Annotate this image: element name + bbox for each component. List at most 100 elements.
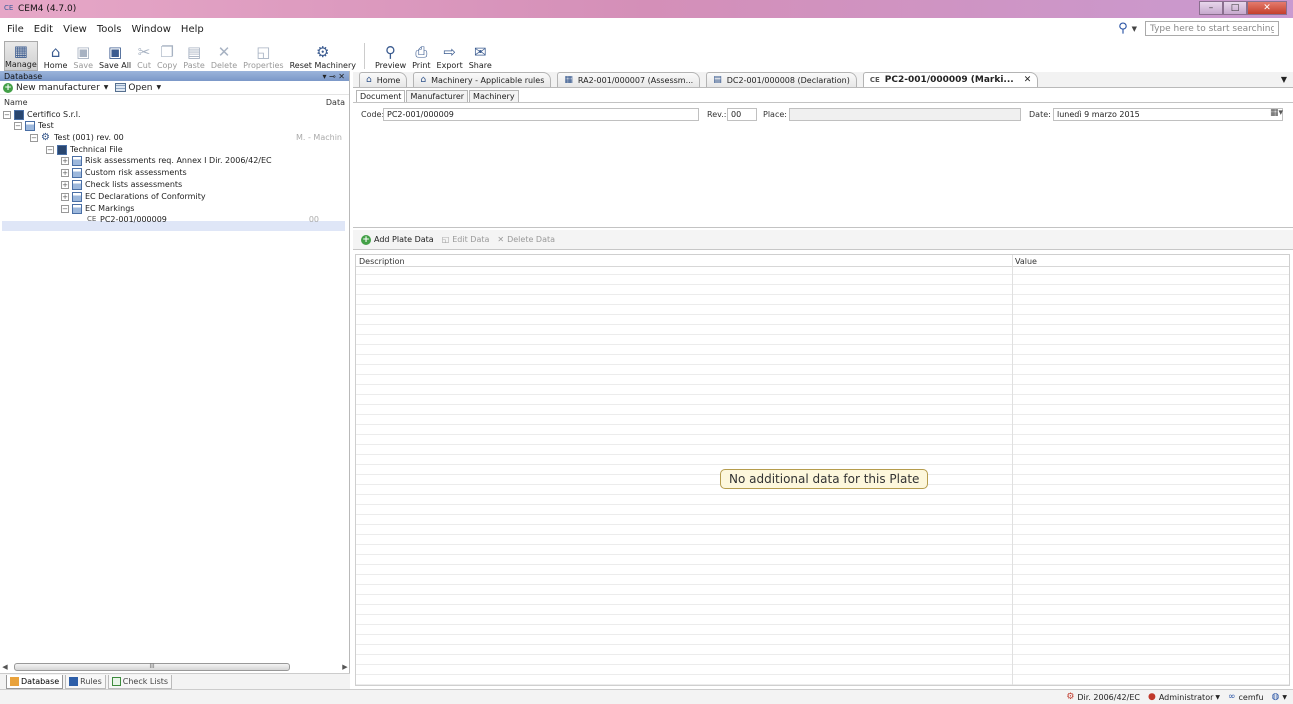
paste-button[interactable]: ▤ Paste xyxy=(183,43,205,71)
menu-edit[interactable]: Edit xyxy=(34,24,53,35)
column-data[interactable]: Data xyxy=(326,98,345,108)
expand-icon[interactable]: + xyxy=(61,192,69,201)
gear-icon: ⚙ xyxy=(316,43,330,61)
new-manufacturer-button[interactable]: + New manufacturer ▼ xyxy=(3,82,108,93)
search-icon[interactable]: ⚲ xyxy=(1118,21,1128,36)
tree-node-ec-markings[interactable]: − EC Markings xyxy=(61,203,134,214)
maximize-button[interactable]: □ xyxy=(1223,1,1247,15)
ce-marking-icon: CE xyxy=(87,214,97,223)
expand-icon[interactable]: + xyxy=(61,168,69,177)
save-all-icon: ▣ xyxy=(108,43,123,61)
menu-file[interactable]: File xyxy=(7,24,24,35)
chevron-down-icon[interactable]: ▼ xyxy=(1132,25,1137,33)
reset-machinery-button[interactable]: ⚙ Reset Machinery xyxy=(290,43,356,71)
collapse-icon[interactable]: − xyxy=(14,121,22,130)
column-value[interactable]: Value xyxy=(1015,257,1037,266)
collapse-icon[interactable]: − xyxy=(30,133,38,142)
directive-status[interactable]: ⚙ Dir. 2006/42/EC xyxy=(1066,692,1140,702)
rev-field[interactable]: 00 xyxy=(727,108,757,121)
folder-icon xyxy=(25,120,35,131)
menu-tools[interactable]: Tools xyxy=(97,24,122,35)
collapse-icon[interactable]: − xyxy=(61,204,69,213)
tab-ra2[interactable]: ▦ RA2-001/000007 (Assessm... xyxy=(557,72,701,87)
calendar-icon[interactable]: ▦▾ xyxy=(1270,108,1283,118)
save-all-button[interactable]: ▣ Save All xyxy=(99,43,131,71)
tab-machinery-rules[interactable]: ⌂ Machinery - Applicable rules xyxy=(413,72,552,87)
search-input[interactable] xyxy=(1145,21,1279,36)
add-plate-data-button[interactable]: + Add Plate Data xyxy=(361,234,434,245)
tree-node-test[interactable]: − Test xyxy=(14,120,54,131)
tab-home[interactable]: ⌂ Home xyxy=(359,72,408,87)
export-button[interactable]: ⇨ Export xyxy=(437,43,463,71)
copy-button[interactable]: ❐ Copy xyxy=(157,43,177,71)
chevron-down-icon: ▼ xyxy=(1215,693,1221,701)
edit-data-button[interactable]: ◱ Edit Data xyxy=(442,235,490,244)
tab-check-lists[interactable]: Check Lists xyxy=(107,675,173,689)
cut-button[interactable]: ✂ Cut xyxy=(137,43,151,71)
collapse-icon[interactable]: − xyxy=(3,110,11,119)
column-description[interactable]: Description xyxy=(359,257,405,266)
horizontal-scrollbar[interactable]: ◀ III ▶ xyxy=(0,662,350,671)
tab-machinery[interactable]: Machinery xyxy=(469,90,519,102)
scroll-track[interactable]: III xyxy=(10,662,340,671)
scroll-right-icon[interactable]: ▶ xyxy=(340,663,350,671)
tree-node-custom-risk[interactable]: + Custom risk assessments xyxy=(61,167,187,178)
tree-node-check-lists[interactable]: + Check lists assessments xyxy=(61,179,182,190)
copy-icon: ❐ xyxy=(160,43,174,61)
tree-node-risk-assessments[interactable]: + Risk assessments req. Annex I Dir. 2006… xyxy=(61,155,272,166)
expand-icon[interactable]: + xyxy=(61,156,69,165)
date-field[interactable]: lunedì 9 marzo 2015 xyxy=(1053,108,1283,121)
panel-controls[interactable]: ▾ ⊸ ✕ xyxy=(322,72,345,81)
folder-icon xyxy=(72,191,82,202)
menu-help[interactable]: Help xyxy=(181,24,204,35)
collapse-icon[interactable]: − xyxy=(46,145,54,154)
tree-node-pc2[interactable]: CE PC2-001/000009 00 xyxy=(87,214,319,225)
tab-pc2[interactable]: CE PC2-001/000009 (Marki... ✕ xyxy=(862,72,1039,87)
add-icon: + xyxy=(3,82,13,93)
delete-data-button[interactable]: ✕ Delete Data xyxy=(497,235,555,244)
tree-node-test-rev[interactable]: − ⚙ Test (001) rev. 00 M. - Machin xyxy=(30,132,348,143)
print-button[interactable]: ⎙ Print xyxy=(412,43,430,71)
folder-icon xyxy=(72,203,82,214)
login-status[interactable]: ∞ cemfu xyxy=(1228,692,1264,702)
column-name[interactable]: Name xyxy=(4,98,28,108)
tab-dc2[interactable]: ▤ DC2-001/000008 (Declaration) xyxy=(706,72,857,87)
chevron-down-icon: ▼ xyxy=(1282,693,1287,701)
database-panel-header: Database ▾ ⊸ ✕ xyxy=(0,71,349,81)
tab-rules[interactable]: Rules xyxy=(65,675,106,689)
title-bar: CE CEM4 (4.7.0) – □ ✕ xyxy=(0,0,1293,18)
paste-icon: ▤ xyxy=(186,43,202,61)
open-button[interactable]: Open ▼ xyxy=(115,83,161,93)
scroll-thumb[interactable]: III xyxy=(14,662,290,671)
menu-window[interactable]: Window xyxy=(131,24,170,35)
tab-database[interactable]: Database xyxy=(6,675,64,689)
close-button[interactable]: ✕ xyxy=(1247,1,1287,15)
save-button[interactable]: ▣ Save xyxy=(73,43,93,71)
user-status[interactable]: ● Administrator ▼ xyxy=(1148,692,1220,702)
share-button[interactable]: ✉ Share xyxy=(469,43,492,71)
tab-manufacturer[interactable]: Manufacturer xyxy=(406,90,469,102)
info-status[interactable]: ◍ ▼ xyxy=(1272,692,1287,702)
scroll-left-icon[interactable]: ◀ xyxy=(0,663,10,671)
tree-node-ec-declarations[interactable]: + EC Declarations of Conformity xyxy=(61,191,206,202)
plate-data-grid[interactable]: Description Value No additional data for… xyxy=(355,254,1290,686)
menu-view[interactable]: View xyxy=(63,24,87,35)
home-button[interactable]: ⌂ Home xyxy=(44,43,68,71)
place-field[interactable] xyxy=(789,108,1021,121)
expand-icon[interactable]: + xyxy=(61,180,69,189)
tree-node-certifico[interactable]: − Certifico S.r.l. xyxy=(3,109,81,120)
folder-icon xyxy=(72,167,82,178)
minimize-button[interactable]: – xyxy=(1199,1,1223,15)
save-icon: ▣ xyxy=(76,43,91,61)
manage-button[interactable]: ▦ Manage xyxy=(4,41,38,71)
close-tab-icon[interactable]: ✕ xyxy=(1024,75,1032,85)
delete-button[interactable]: ✕ Delete xyxy=(211,43,237,71)
tree-node-technical-file[interactable]: − Technical File xyxy=(46,144,123,155)
tab-list-dropdown-icon[interactable]: ▼ xyxy=(1281,75,1287,84)
database-toolbar: + New manufacturer ▼ Open ▼ xyxy=(0,81,349,95)
code-field[interactable]: PC2-001/000009 xyxy=(383,108,699,121)
properties-button[interactable]: ◱ Properties xyxy=(243,43,283,71)
tab-document[interactable]: Document xyxy=(356,90,406,102)
preview-button[interactable]: ⚲ Preview xyxy=(375,43,406,71)
ce-logo-icon: CE xyxy=(4,4,14,12)
